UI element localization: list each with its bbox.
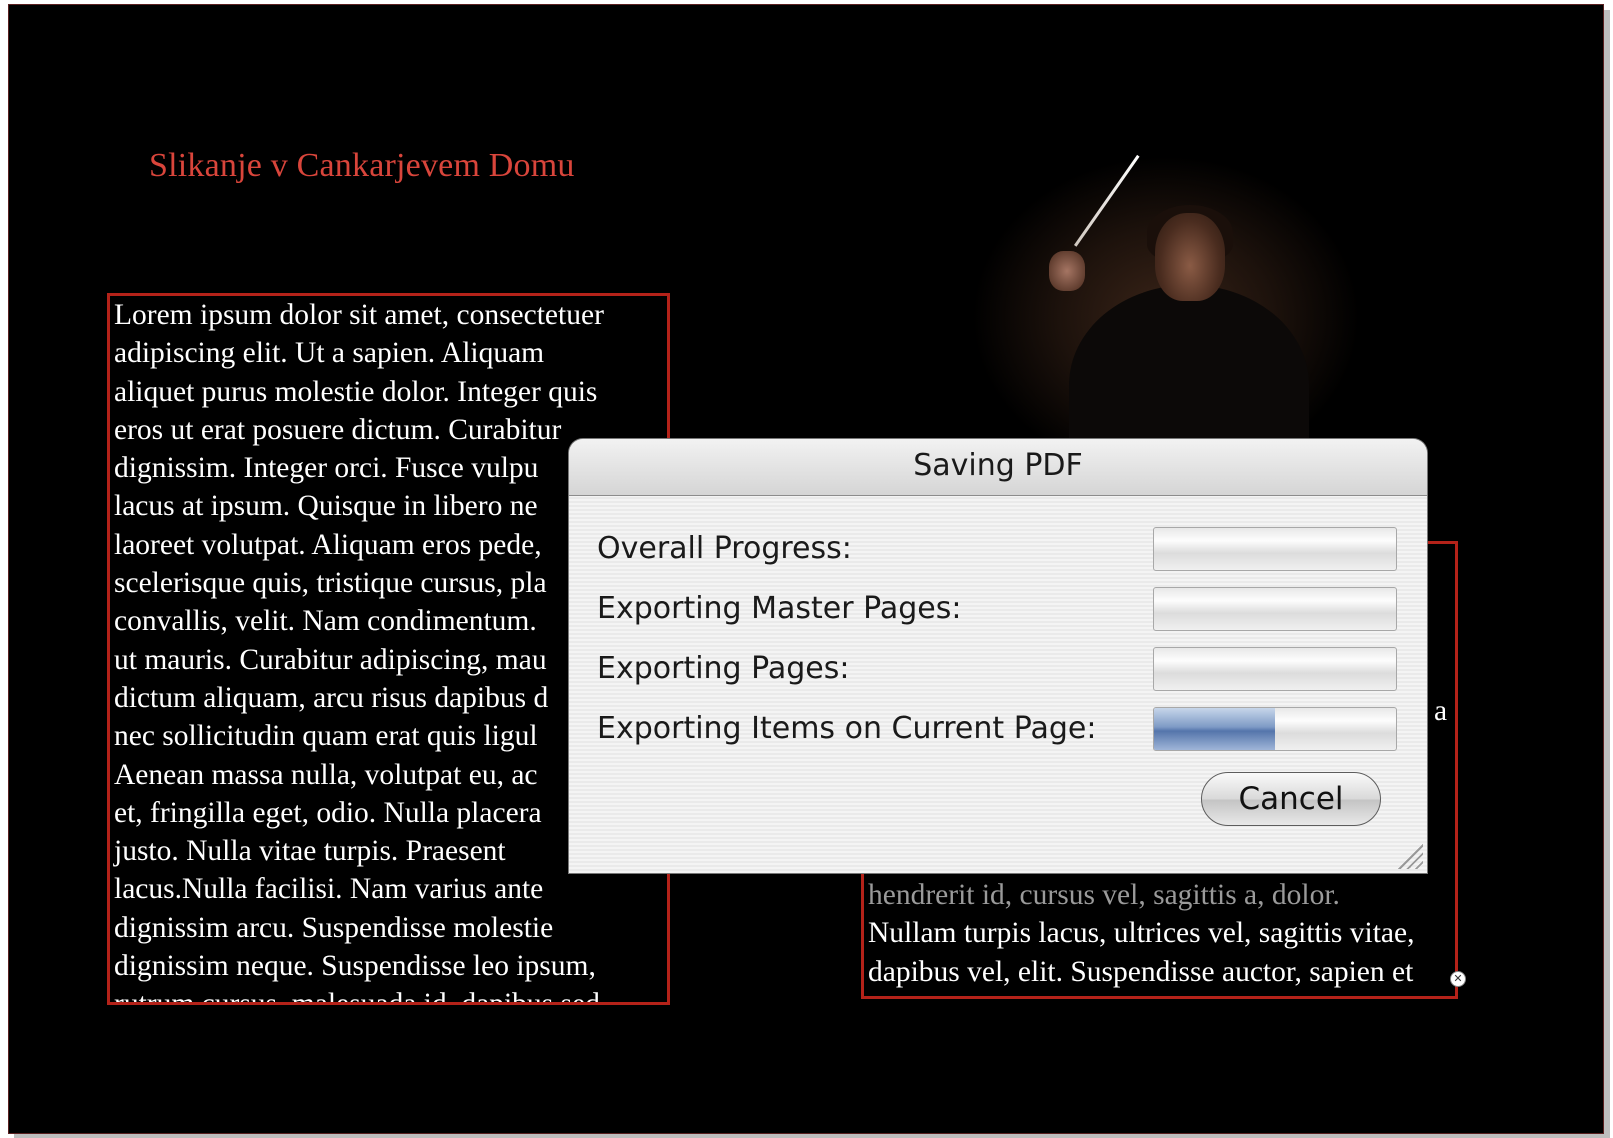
progress-row-pages: Exporting Pages: bbox=[597, 645, 1407, 695]
progress-bar bbox=[1153, 707, 1397, 751]
text-line: lacus.Nulla facilisi. Nam varius ante bbox=[114, 873, 544, 906]
progress-row-overall: Overall Progress: bbox=[597, 525, 1407, 575]
text-line: aliquet purus molestie dolor. Integer qu… bbox=[114, 375, 598, 408]
progress-label: Exporting Pages: bbox=[597, 651, 850, 686]
photo-head bbox=[1155, 213, 1225, 301]
document-title: Slikanje v Cankarjevem Domu bbox=[149, 147, 575, 184]
text-line: Lorem ipsum dolor sit amet, consectetuer bbox=[114, 299, 604, 331]
progress-fill bbox=[1154, 708, 1275, 750]
text-line: dignissim arcu. Suspendisse molestie bbox=[114, 911, 554, 944]
photo-hand bbox=[1049, 251, 1085, 291]
progress-bar bbox=[1153, 587, 1397, 631]
text-fragment: a bbox=[1434, 695, 1448, 727]
cancel-button[interactable]: Cancel bbox=[1201, 772, 1381, 826]
progress-label: Exporting Items on Current Page: bbox=[597, 711, 1097, 746]
text-line: hendrerit id, cursus vel, sagittis a, do… bbox=[868, 879, 1340, 911]
text-line: dapibus vel, elit. Suspendisse auctor, s… bbox=[868, 955, 1414, 988]
right-frame-text: hendrerit id, cursus vel, sagittis a, do… bbox=[868, 876, 1414, 991]
overset-x-icon[interactable]: ✕ bbox=[1450, 971, 1466, 987]
text-line: rutrum cursus, malesuada id, dapibus sed… bbox=[114, 988, 608, 1005]
resize-grip-icon[interactable] bbox=[1395, 841, 1423, 869]
text-line: Nullam turpis lacus, ultrices vel, sagit… bbox=[868, 917, 1415, 950]
progress-label: Overall Progress: bbox=[597, 531, 852, 566]
text-line: dignissim neque. Suspendisse leo ipsum, bbox=[114, 950, 596, 983]
progress-bar bbox=[1153, 647, 1397, 691]
text-line: adipiscing elit. Ut a sapien. Aliquam bbox=[114, 337, 545, 370]
progress-row-master-pages: Exporting Master Pages: bbox=[597, 585, 1407, 635]
document-page: Slikanje v Cankarjevem Domu Lorem ipsum … bbox=[8, 4, 1604, 1134]
dialog-title: Saving PDF bbox=[569, 439, 1427, 496]
progress-row-items: Exporting Items on Current Page: bbox=[597, 705, 1407, 755]
photo-baton bbox=[1074, 154, 1140, 247]
progress-bar bbox=[1153, 527, 1397, 571]
progress-label: Exporting Master Pages: bbox=[597, 591, 962, 626]
saving-pdf-dialog: Saving PDF Overall Progress: Exporting M… bbox=[569, 439, 1427, 873]
conductor-photo bbox=[971, 154, 1361, 485]
